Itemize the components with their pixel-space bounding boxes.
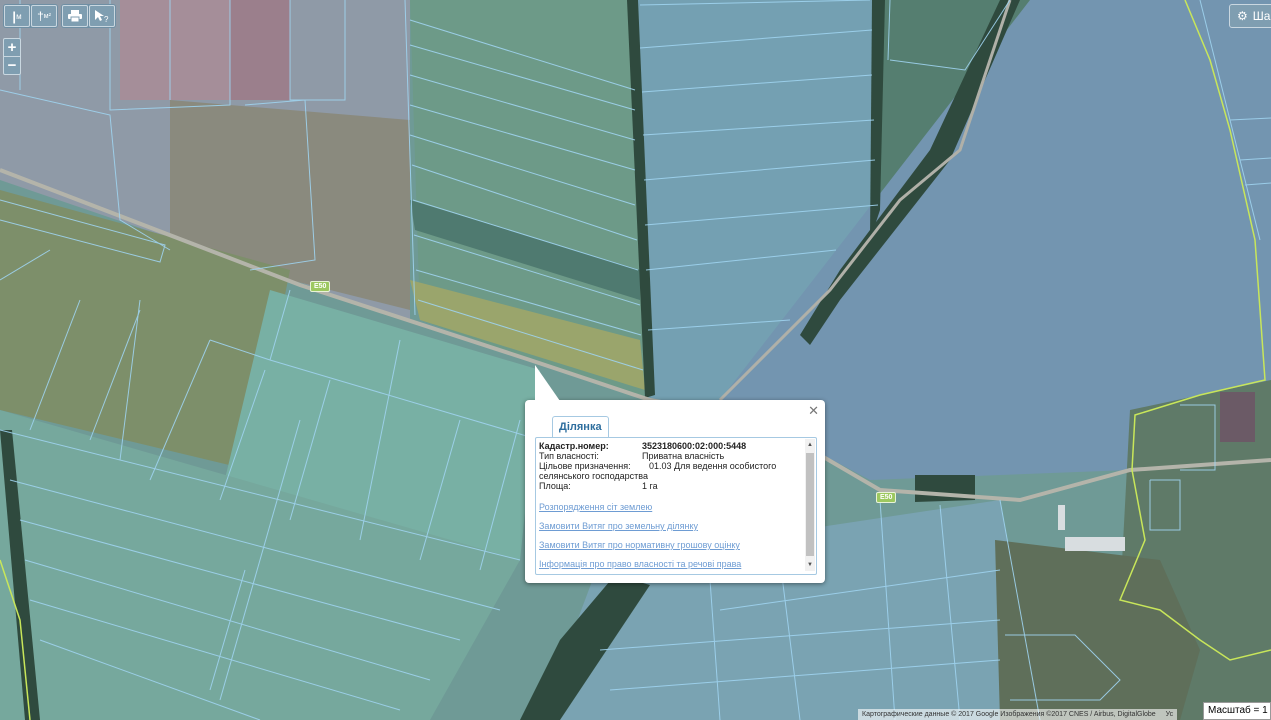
field-value: 01.03 Для ведення особистого — [649, 461, 777, 471]
road-label-e50-east: E50 — [876, 492, 897, 503]
attribution-tail[interactable]: Ус — [1166, 711, 1173, 718]
zoom-out-button[interactable]: − — [4, 56, 20, 74]
tab-parcel[interactable]: Ділянка — [552, 416, 609, 437]
field-value: Приватна власність — [642, 451, 725, 461]
attribution-text: Картографические данные © 2017 Google Из… — [862, 711, 1156, 718]
print-icon — [68, 10, 82, 22]
scroll-thumb[interactable] — [806, 453, 814, 556]
field-purpose: Цільове призначення: 01.03 Для ведення о… — [539, 461, 801, 471]
land-disposal-link[interactable]: Розпорядження сіт землею — [539, 502, 801, 512]
order-valuation-extract-link[interactable]: Замовити Витяг про нормативну грошову оц… — [539, 540, 801, 550]
field-purpose-continued: селянського господарства — [539, 471, 648, 481]
field-value: 1 га — [642, 481, 658, 491]
zoom-in-button[interactable]: + — [4, 39, 20, 56]
field-label: Цільове призначення: — [539, 461, 631, 471]
ownership-info-link[interactable]: Інформація про право власності та речові… — [539, 559, 801, 569]
close-icon[interactable]: ✕ — [808, 404, 819, 417]
layers-button-label: Шар — [1252, 9, 1271, 23]
parcel-info-panel: Кадастр.номер: 3523180600:02:000:5448 Ти… — [535, 437, 817, 575]
field-value: 3523180600:02:000:5448 — [642, 441, 747, 451]
cursor-question-icon: ? — [95, 10, 109, 23]
measure-distance-button[interactable]: | м — [4, 5, 30, 27]
gear-icon: ⚙ — [1237, 9, 1248, 23]
order-parcel-extract-link[interactable]: Замовити Витяг про земельну ділянку — [539, 521, 801, 531]
scroll-down-icon[interactable]: ▼ — [805, 560, 815, 570]
popup-scrollbar[interactable]: ▲ ▼ — [805, 439, 815, 571]
satellite-map[interactable] — [0, 0, 1271, 720]
field-label: Кадастр.номер: — [539, 441, 609, 451]
field-cadastral-number: Кадастр.номер: 3523180600:02:000:5448 — [539, 441, 801, 451]
map-attribution: Картографические данные © 2017 Google Из… — [858, 709, 1178, 720]
measure-toolbar: | м † м² — [3, 4, 58, 28]
field-area: Площа: 1 га — [539, 481, 801, 491]
svg-text:?: ? — [104, 15, 109, 23]
tools-toolbar: ? — [61, 4, 116, 28]
popup-pointer — [535, 365, 560, 401]
measure-area-button[interactable]: † м² — [31, 5, 57, 27]
scroll-up-icon[interactable]: ▲ — [805, 440, 815, 450]
parcel-info-content: Кадастр.номер: 3523180600:02:000:5448 Ти… — [539, 441, 801, 569]
road-label-e50-west: E50 — [310, 281, 331, 292]
area-icon: † — [37, 9, 44, 23]
print-button[interactable] — [62, 5, 88, 27]
field-label: Тип власності: — [539, 451, 599, 461]
scale-indicator[interactable]: Масштаб = 1 : — [1203, 702, 1271, 720]
layers-button[interactable]: ⚙ Шар — [1229, 4, 1271, 28]
parcel-popup: ✕ Ділянка Кадастр.номер: 3523180600:02:0… — [525, 365, 825, 583]
field-label: Площа: — [539, 481, 571, 491]
zoom-control: + − — [3, 38, 21, 75]
field-ownership-type: Тип власності: Приватна власність — [539, 451, 801, 461]
identify-button[interactable]: ? — [89, 5, 115, 27]
